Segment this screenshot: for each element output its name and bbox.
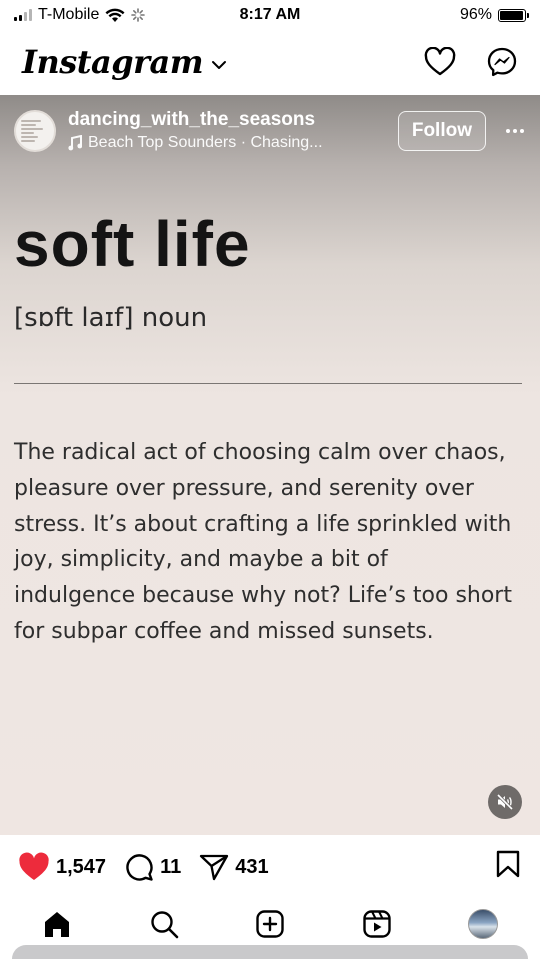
- definition-pronunciation: [sɒft laɪf] noun: [14, 303, 208, 333]
- cellular-signal-icon: [14, 9, 32, 21]
- bookmark-icon[interactable]: [496, 850, 520, 878]
- mute-toggle-button[interactable]: [488, 785, 522, 819]
- loading-spinner-icon: [131, 8, 146, 22]
- definition-title: soft life: [14, 208, 251, 280]
- app-header: Instagram: [0, 30, 540, 94]
- account-avatar[interactable]: [14, 110, 56, 152]
- audio-track[interactable]: Beach Top Sounders · Chasing...: [68, 133, 323, 153]
- post-media[interactable]: dancing_with_the_seasons Beach Top Sound…: [0, 95, 540, 835]
- tab-create[interactable]: [253, 907, 287, 941]
- status-right: 96%: [459, 6, 529, 24]
- status-left: T-Mobile: [14, 6, 146, 24]
- comment-action[interactable]: 11: [124, 852, 181, 882]
- like-action[interactable]: 1,547: [18, 852, 106, 882]
- heart-filled-icon[interactable]: [18, 852, 50, 882]
- more-options-icon[interactable]: [504, 129, 526, 133]
- bottom-sheet-handle: [12, 945, 528, 959]
- save-button[interactable]: [496, 850, 520, 884]
- post-action-bar: 1,547 11 431: [0, 845, 540, 889]
- tab-profile[interactable]: [466, 907, 500, 941]
- instagram-logo[interactable]: Instagram: [22, 43, 204, 81]
- wifi-icon: [105, 8, 125, 22]
- share-action[interactable]: 431: [199, 853, 269, 881]
- header-actions: [424, 46, 518, 78]
- like-count[interactable]: 1,547: [56, 856, 106, 879]
- reels-icon: [362, 909, 391, 938]
- post-header: dancing_with_the_seasons Beach Top Sound…: [14, 107, 526, 155]
- post-meta: dancing_with_the_seasons Beach Top Sound…: [68, 109, 323, 153]
- tab-home[interactable]: [40, 907, 74, 941]
- carrier-label: T-Mobile: [38, 6, 100, 23]
- battery-icon: [498, 8, 529, 22]
- heart-outline-icon[interactable]: [424, 47, 456, 77]
- messenger-icon[interactable]: [486, 46, 518, 78]
- post-username[interactable]: dancing_with_the_seasons: [68, 109, 323, 131]
- music-note-icon: [68, 135, 82, 151]
- send-icon[interactable]: [199, 853, 229, 881]
- share-count[interactable]: 431: [235, 856, 268, 879]
- divider: [14, 383, 522, 384]
- search-icon: [150, 910, 178, 938]
- plus-square-icon: [256, 909, 284, 938]
- definition-text: The radical act of choosing calm over ch…: [14, 440, 512, 644]
- battery-level-fill: [500, 10, 524, 20]
- battery-percent: 96%: [459, 6, 492, 23]
- comment-count[interactable]: 11: [160, 856, 181, 879]
- speaker-muted-icon: [496, 793, 514, 811]
- chevron-down-icon[interactable]: [211, 60, 227, 70]
- tab-reels[interactable]: [360, 907, 394, 941]
- profile-avatar: [468, 908, 498, 939]
- tab-search[interactable]: [147, 907, 181, 941]
- audio-track-label: Beach Top Sounders · Chasing...: [88, 134, 323, 151]
- home-icon: [45, 911, 69, 937]
- comment-icon[interactable]: [124, 852, 154, 882]
- follow-button[interactable]: Follow: [397, 111, 486, 151]
- status-bar: T-Mobile 8:17 AM 96%: [0, 0, 540, 30]
